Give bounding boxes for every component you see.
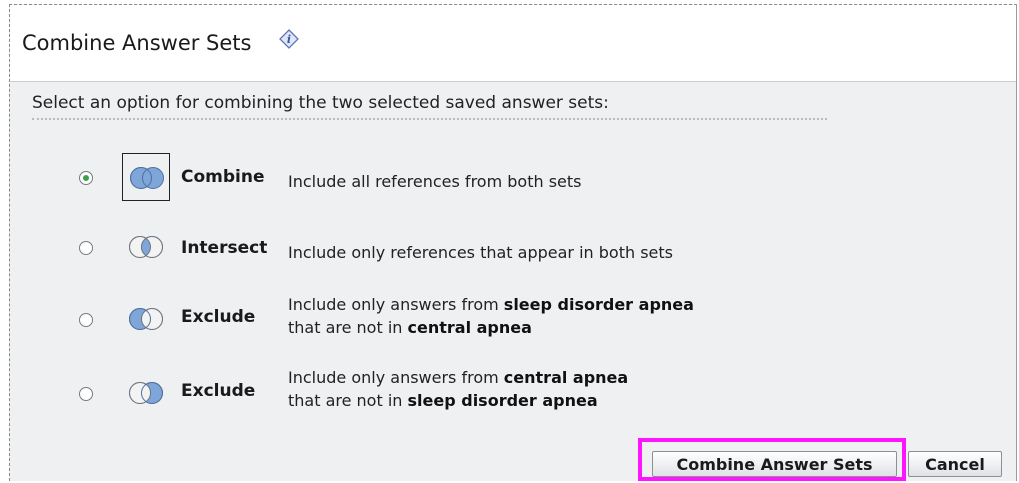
combine-answer-sets-button[interactable]: Combine Answer Sets [652, 451, 897, 477]
radio-selected-dot [83, 175, 89, 181]
option-exclude-left[interactable]: Exclude Include only answers from sleep … [10, 284, 1010, 344]
option-label: Combine [181, 167, 265, 187]
option-combine[interactable]: Combine Include all references from both… [10, 147, 1010, 207]
combine-answer-sets-dialog: Combine Answer Sets i Select an option f… [9, 4, 1017, 481]
dialog-titlebar: Combine Answer Sets i [10, 5, 1016, 82]
option-exclude-right[interactable]: Exclude Include only answers from centra… [10, 360, 1010, 420]
intersect-radio[interactable] [79, 241, 93, 255]
option-label: Exclude [181, 307, 256, 327]
option-description: Include all references from both sets [288, 172, 582, 191]
venn-union-icon[interactable] [122, 153, 170, 201]
venn-exclude-right-icon[interactable] [122, 369, 170, 417]
option-intersect[interactable]: Intersect Include only references that a… [10, 217, 1010, 277]
exclude-right-radio[interactable] [79, 387, 93, 401]
venn-exclude-left-icon[interactable] [122, 295, 170, 343]
venn-intersection-icon[interactable] [122, 223, 170, 271]
option-description: Include only references that appear in b… [288, 243, 673, 262]
combine-radio[interactable] [79, 171, 93, 185]
info-icon[interactable]: i [279, 29, 299, 49]
prompt-divider [32, 118, 827, 120]
instruction-text: Select an option for combining the two s… [32, 93, 609, 113]
option-description: Include only answers from central apnea … [288, 368, 629, 410]
cancel-button[interactable]: Cancel [908, 451, 1002, 477]
dialog-title: Combine Answer Sets [22, 31, 252, 55]
option-label: Intersect [181, 238, 268, 258]
option-description: Include only answers from sleep disorder… [288, 295, 694, 337]
exclude-left-radio[interactable] [79, 313, 93, 327]
option-label: Exclude [181, 381, 256, 401]
svg-text:i: i [287, 33, 291, 46]
